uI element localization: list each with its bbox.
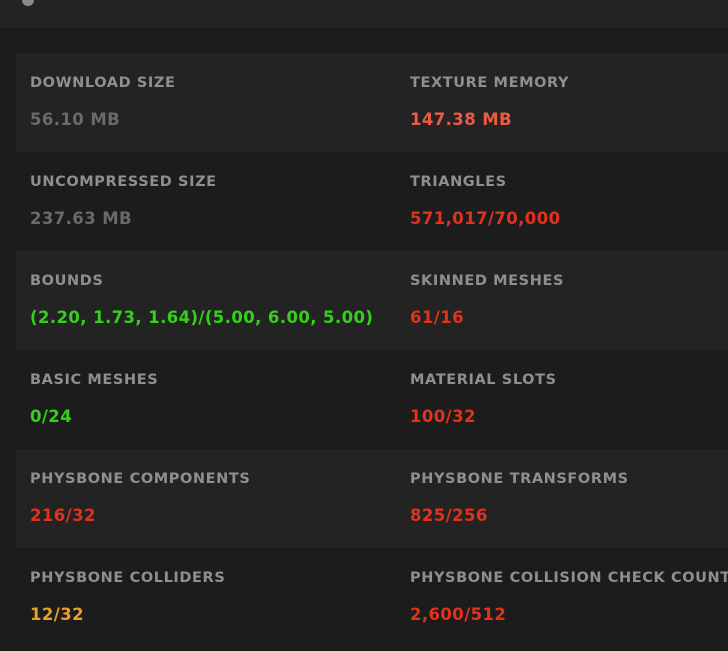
status-dot-icon xyxy=(22,0,34,6)
stat-basic-meshes: BASIC MESHES 0/24 xyxy=(30,350,400,449)
stat-triangles: TRIANGLES 571,017/70,000 xyxy=(410,152,728,251)
stat-label: UNCOMPRESSED SIZE xyxy=(30,174,217,190)
stat-label: PHYSBONE TRANSFORMS xyxy=(410,471,629,487)
stat-value: 825/256 xyxy=(410,506,488,525)
stat-value: 147.38 MB xyxy=(410,110,513,129)
stat-label: PHYSBONE COLLISION CHECK COUNT xyxy=(410,570,728,586)
stat-label: TEXTURE MEMORY xyxy=(410,75,570,91)
stat-physbone-collision-check-count: PHYSBONE COLLISION CHECK COUNT 2,600/512 xyxy=(410,548,728,647)
stat-value: 237.63 MB xyxy=(30,209,133,228)
stat-value: (2.20, 1.73, 1.64)/(5.00, 6.00, 5.00) xyxy=(30,308,374,327)
stat-value: 100/32 xyxy=(410,407,476,426)
stats-row: PHYSBONE COMPONENTS 216/32 PHYSBONE TRAN… xyxy=(16,449,728,548)
top-bar xyxy=(0,0,728,28)
stat-label: PHYSBONE COMPONENTS xyxy=(30,471,251,487)
stat-label: PHYSBONE COLLIDERS xyxy=(30,570,226,586)
stat-physbone-colliders: PHYSBONE COLLIDERS 12/32 xyxy=(30,548,400,647)
stats-row: UNCOMPRESSED SIZE 237.63 MB TRIANGLES 57… xyxy=(16,152,728,251)
stat-label: SKINNED MESHES xyxy=(410,273,564,289)
stat-label: BOUNDS xyxy=(30,273,104,289)
stat-uncompressed-size: UNCOMPRESSED SIZE 237.63 MB xyxy=(30,152,400,251)
performance-stats-panel: DOWNLOAD SIZE 56.10 MB TEXTURE MEMORY 14… xyxy=(0,28,728,651)
stat-value: 2,600/512 xyxy=(410,605,507,624)
stat-value: 216/32 xyxy=(30,506,96,525)
stat-physbone-components: PHYSBONE COMPONENTS 216/32 xyxy=(30,449,400,548)
stat-value: 571,017/70,000 xyxy=(410,209,561,228)
stats-row: DOWNLOAD SIZE 56.10 MB TEXTURE MEMORY 14… xyxy=(16,53,728,152)
stats-row: BOUNDS (2.20, 1.73, 1.64)/(5.00, 6.00, 5… xyxy=(16,251,728,350)
stat-label: DOWNLOAD SIZE xyxy=(30,75,176,91)
stat-label: TRIANGLES xyxy=(410,174,507,190)
stat-material-slots: MATERIAL SLOTS 100/32 xyxy=(410,350,728,449)
stats-row: PHYSBONE COLLIDERS 12/32 PHYSBONE COLLIS… xyxy=(16,548,728,647)
stat-download-size: DOWNLOAD SIZE 56.10 MB xyxy=(30,53,400,152)
stat-texture-memory: TEXTURE MEMORY 147.38 MB xyxy=(410,53,728,152)
stat-label: BASIC MESHES xyxy=(30,372,159,388)
stat-value: 0/24 xyxy=(30,407,73,426)
stat-skinned-meshes: SKINNED MESHES 61/16 xyxy=(410,251,728,350)
stat-label: MATERIAL SLOTS xyxy=(410,372,557,388)
stat-value: 12/32 xyxy=(30,605,84,624)
stat-physbone-transforms: PHYSBONE TRANSFORMS 825/256 xyxy=(410,449,728,548)
stat-value: 61/16 xyxy=(410,308,464,327)
stat-value: 56.10 MB xyxy=(30,110,121,129)
stats-row: BASIC MESHES 0/24 MATERIAL SLOTS 100/32 xyxy=(16,350,728,449)
stat-bounds: BOUNDS (2.20, 1.73, 1.64)/(5.00, 6.00, 5… xyxy=(30,251,400,350)
